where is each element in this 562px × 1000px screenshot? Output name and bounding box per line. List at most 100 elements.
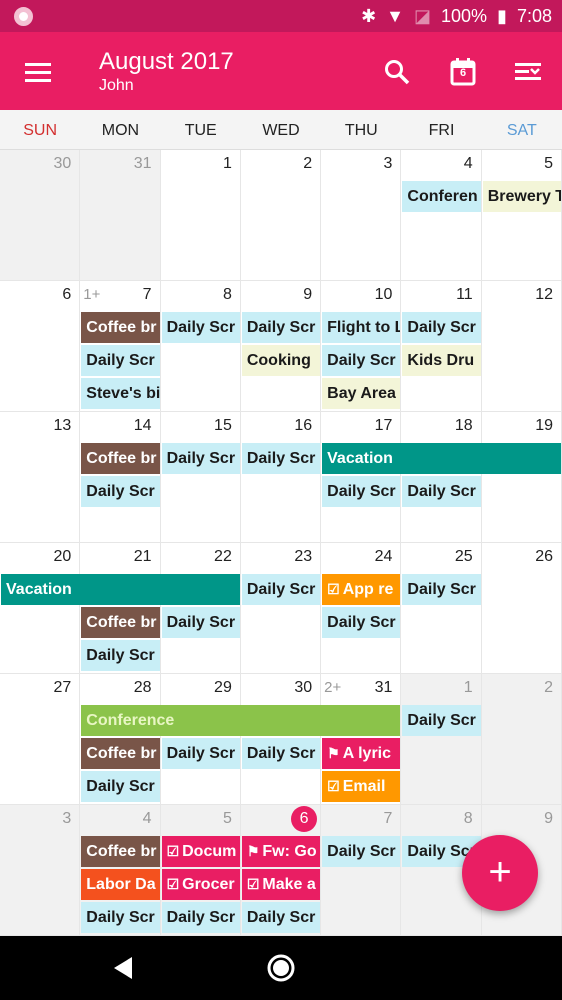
event-chip[interactable]: Daily Scr [322,836,401,867]
event-chip[interactable]: Daily Scr [241,902,321,933]
event-chip[interactable]: Coffee br [81,607,160,638]
event-chip[interactable]: Vacation [1,574,240,605]
date-number: 25 [454,548,473,565]
date-number: 4 [142,810,152,827]
day-cell[interactable]: 26 [481,543,562,674]
day-cell[interactable]: 13 [0,412,81,543]
event-chip[interactable]: Daily Scr [161,443,240,474]
event-chip[interactable]: ☑ App re [322,574,401,605]
event-chip[interactable]: Daily Scr [161,902,240,933]
battery-level: 100% [441,5,488,26]
event-chip[interactable]: Daily Scr [402,476,481,507]
event-chip[interactable]: Daily Scr [81,640,160,671]
event-chip[interactable]: ☑ Grocer [161,869,240,900]
event-chip[interactable]: Daily Scr [241,738,321,769]
day-cell[interactable]: 23 [240,543,322,674]
event-chip[interactable]: Daily Scr [161,738,240,769]
day-cell[interactable]: 6 [0,281,81,412]
event-chip[interactable]: Daily Scr [402,574,481,605]
home-icon[interactable] [266,953,296,983]
event-chip[interactable]: Daily Scr [322,345,401,376]
event-chip[interactable]: Flight to L [322,312,401,343]
event-chip[interactable]: Daily Scr [81,476,160,507]
day-cell[interactable]: 8 [160,281,241,412]
event-chip[interactable]: ☑ Docum [161,836,240,867]
event-chip[interactable]: Daily Scr [402,312,481,343]
day-cell[interactable]: 7 [321,805,402,936]
day-cell[interactable]: 4 [401,150,482,281]
day-cell[interactable]: 27 [0,674,81,805]
back-icon[interactable] [112,956,134,980]
event-chip[interactable]: ☑ Make a [241,869,321,900]
day-cell[interactable]: 1 [160,150,241,281]
event-chip[interactable]: Daily Scr [402,705,481,736]
event-chip[interactable]: Coffee br [81,738,160,769]
event-chip[interactable]: Vacation [322,443,561,474]
event-chip[interactable]: Cooking [241,345,321,376]
event-chip[interactable]: Bay Area [322,378,401,409]
date-number: 23 [294,548,313,565]
day-cell[interactable]: 3 [321,150,402,281]
event-chip[interactable]: Kids Dru [402,345,481,376]
day-cell[interactable]: 2 [240,150,322,281]
add-event-button[interactable]: + [462,835,538,911]
date-number: 9 [544,810,553,827]
battery-charging-icon: ▮ [497,5,507,26]
weekday-tue: TUE [184,122,217,139]
day-cell[interactable]: 20 [0,543,81,674]
day-cell[interactable]: 2 [481,674,562,805]
event-chip[interactable]: Daily Scr [241,574,321,605]
date-number: 24 [374,548,393,565]
today-calendar-icon[interactable]: 6 [443,52,483,92]
event-chip[interactable]: Daily Scr [322,476,401,507]
event-chip[interactable]: Conference [81,705,401,736]
event-chip[interactable]: ⚑ Fw: Go [241,836,321,867]
day-cell[interactable]: 16 [240,412,322,543]
event-chip[interactable]: Conferen [402,181,481,212]
date-number: 10 [374,286,393,303]
event-chip[interactable]: Daily Scr [81,345,160,376]
event-chip[interactable]: Steve's bi [81,378,160,409]
date-number: 19 [535,417,553,434]
event-chip[interactable]: Daily Scr [161,607,240,638]
date-number: 30 [53,155,72,172]
event-title: Daily Scr [86,352,155,369]
day-cell[interactable]: 19 [481,412,562,543]
day-cell[interactable]: 25 [401,543,482,674]
more-events-indicator[interactable]: 1+ [83,286,100,303]
date-number: 28 [133,679,152,696]
date-number: 2 [544,679,553,696]
search-icon[interactable] [377,52,417,92]
event-chip[interactable]: Daily Scr [81,902,160,933]
date-number: 13 [53,417,72,434]
checkbox-icon: ☑ [166,843,180,859]
day-cell[interactable]: 30 [0,150,81,281]
event-chip[interactable]: Daily Scr [81,771,160,802]
event-chip[interactable]: Coffee br [81,312,160,343]
event-chip[interactable]: Coffee br [81,836,160,867]
event-chip[interactable]: Daily Scr [241,312,321,343]
view-options-icon[interactable] [508,52,548,92]
event-title: Daily Scr [327,483,396,500]
event-chip[interactable]: ☑ Email [322,771,401,802]
event-title: Daily Scr [166,614,236,631]
event-chip[interactable]: Labor Da [81,869,160,900]
event-chip[interactable]: Brewery T [482,181,561,212]
event-title: A lyric [342,745,392,762]
day-cell[interactable]: 1 [401,674,482,805]
event-chip[interactable]: Coffee br [81,443,160,474]
event-title: Coffee br [86,319,157,336]
day-cell[interactable]: 5 [481,150,562,281]
menu-icon[interactable] [18,52,58,92]
day-cell[interactable]: 31 [80,150,161,281]
day-cell[interactable]: 12 [481,281,562,412]
day-cell[interactable]: 3 [0,805,81,936]
event-chip[interactable]: Daily Scr [241,443,321,474]
event-chip[interactable]: ⚑ A lyric [322,738,401,769]
more-events-indicator[interactable]: 2+ [324,679,341,696]
event-chip[interactable]: Daily Scr [161,312,240,343]
event-chip[interactable]: Daily Scr [322,607,401,638]
wifi-icon: ▼ [386,5,404,26]
event-title: Daily Scr [166,450,236,467]
day-cell[interactable]: 15 [160,412,241,543]
